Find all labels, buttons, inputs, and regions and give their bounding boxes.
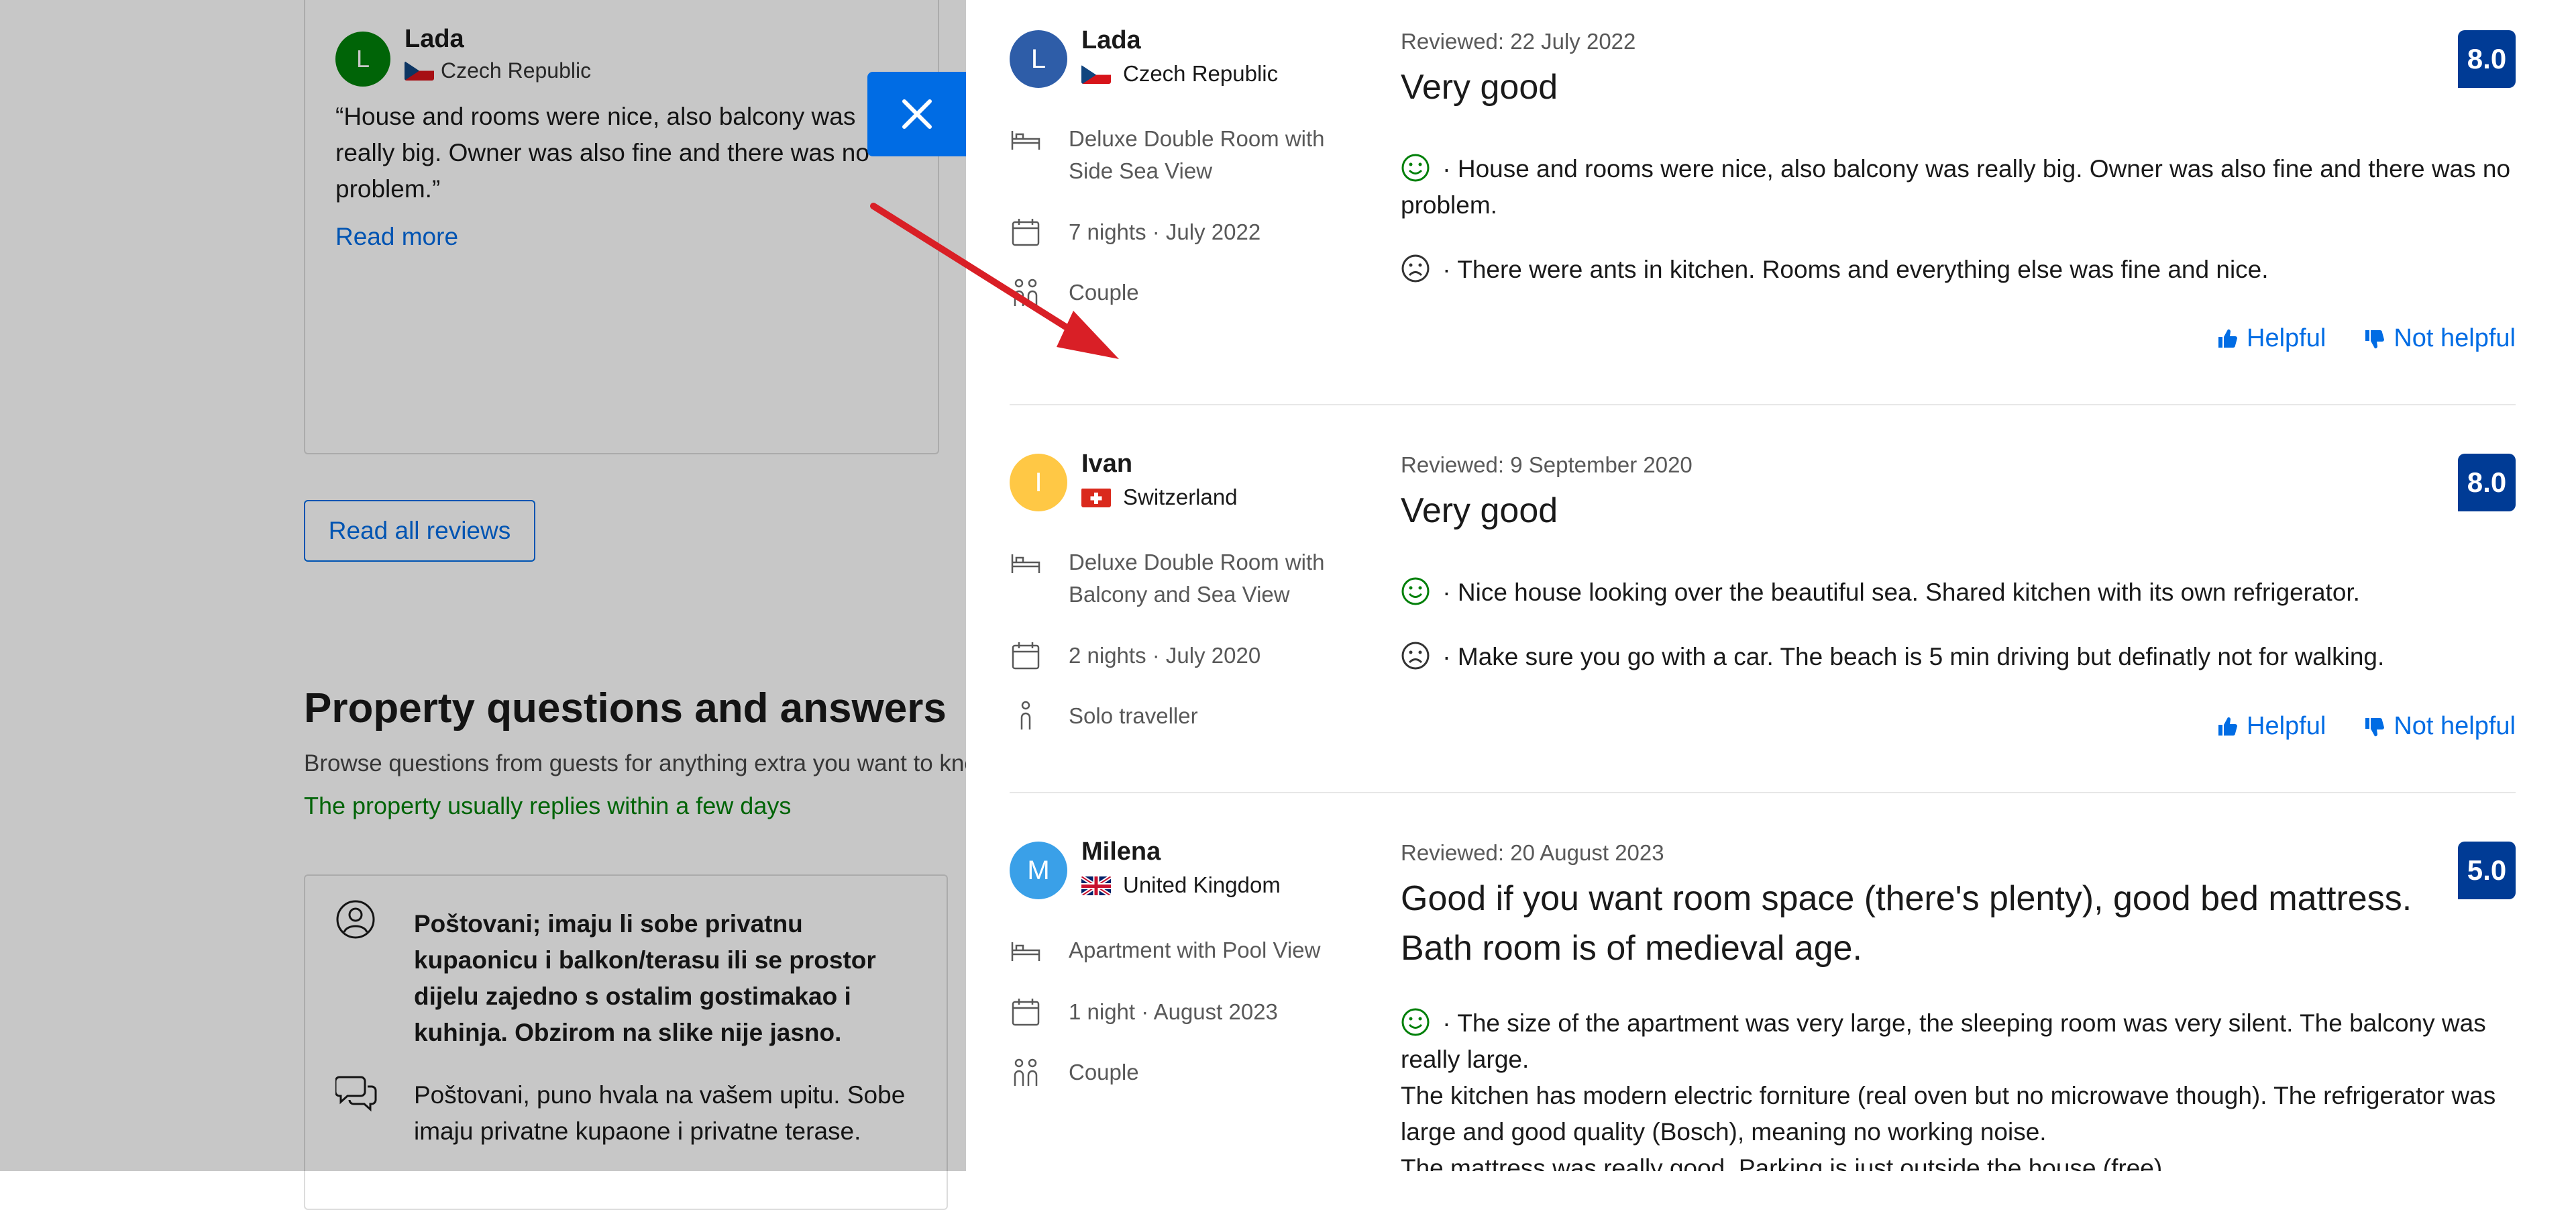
people-icon: [1014, 1058, 1038, 1086]
avatar: M: [1010, 842, 1067, 899]
room-type: Deluxe Double Room with Side Sea View: [1010, 123, 1358, 187]
stay-info: 2 nights · July 2020: [1010, 640, 1358, 672]
traveller-type: Solo traveller: [1010, 700, 1358, 732]
traveller-type: Couple: [1010, 1056, 1358, 1089]
stay-info: 1 night · August 2023: [1010, 996, 1358, 1028]
helpful-button[interactable]: Helpful: [2216, 324, 2326, 353]
review-date: Reviewed: 9 September 2020: [1401, 452, 1693, 477]
close-button[interactable]: [867, 72, 967, 156]
bed-icon: [1011, 554, 1040, 573]
person-icon: [1020, 701, 1031, 729]
review-positive: · Nice house looking over the beautiful …: [1401, 574, 2514, 611]
review-title: Very good: [1401, 68, 1558, 107]
not-helpful-button[interactable]: Not helpful: [2363, 324, 2516, 353]
review-negative: · There were ants in kitchen. Rooms and …: [1401, 252, 2514, 288]
happy-face-icon: [1401, 1008, 1430, 1036]
review-positive-line: The kitchen has modern electric fornitur…: [1401, 1082, 2496, 1146]
room-type: Apartment with Pool View: [1010, 934, 1358, 966]
divider: [1010, 404, 2516, 405]
review-positive: · The size of the apartment was very lar…: [1401, 1005, 2514, 1171]
review-positive-line: The mattress was really good. Parking is…: [1401, 1154, 2169, 1171]
thumbs-up-icon: [2218, 717, 2238, 736]
sad-face-icon: [1401, 642, 1430, 670]
reviewer-name: Ivan: [1081, 450, 1133, 478]
thumbs-up-icon: [2218, 329, 2238, 348]
uk-flag-icon: [1081, 875, 1111, 895]
review-date: Reviewed: 20 August 2023: [1401, 840, 1664, 865]
review-feedback: Helpful Not helpful: [2216, 324, 2516, 353]
thumbs-down-icon: [2365, 330, 2385, 348]
review-date: Reviewed: 22 July 2022: [1401, 29, 1636, 54]
review-score-badge: 8.0: [2458, 30, 2516, 88]
reviewer-country: United Kingdom: [1081, 872, 1281, 898]
review-negative: · Make sure you go with a car. The beach…: [1401, 639, 2514, 675]
happy-face-icon: [1401, 154, 1430, 182]
sad-face-icon: [1401, 254, 1430, 283]
calendar-icon: [1012, 999, 1040, 1026]
thumbs-down-icon: [2365, 717, 2385, 736]
bed-icon: [1011, 942, 1040, 961]
not-helpful-button[interactable]: Not helpful: [2363, 712, 2516, 741]
bed-icon: [1011, 131, 1040, 150]
review-title: Very good: [1401, 491, 1558, 530]
reviewer-name: Milena: [1081, 838, 1161, 866]
room-type: Deluxe Double Room with Balcony and Sea …: [1010, 546, 1358, 611]
close-icon: [902, 99, 932, 129]
reviewer-country: Switzerland: [1081, 485, 1238, 510]
review-score-badge: 5.0: [2458, 842, 2516, 899]
happy-face-icon: [1401, 577, 1430, 605]
reviewer-country: Czech Republic: [1081, 61, 1278, 87]
swiss-flag-icon: [1081, 488, 1111, 507]
helpful-button[interactable]: Helpful: [2216, 712, 2326, 741]
calendar-icon: [1012, 642, 1040, 670]
red-arrow-annotation: [870, 203, 1119, 359]
review-feedback: Helpful Not helpful: [2216, 712, 2516, 741]
review-positive: · House and rooms were nice, also balcon…: [1401, 151, 2514, 223]
avatar: L: [1010, 30, 1067, 88]
reviewer-name: Lada: [1081, 26, 1141, 54]
review-title: Good if you want room space (there's ple…: [1401, 879, 2412, 968]
czech-flag-icon: [1081, 64, 1111, 84]
review-score-badge: 8.0: [2458, 454, 2516, 511]
reviews-panel: L Lada Czech Republic Deluxe Double Room…: [966, 0, 2576, 1171]
divider: [1010, 792, 2516, 793]
avatar: I: [1010, 454, 1067, 511]
